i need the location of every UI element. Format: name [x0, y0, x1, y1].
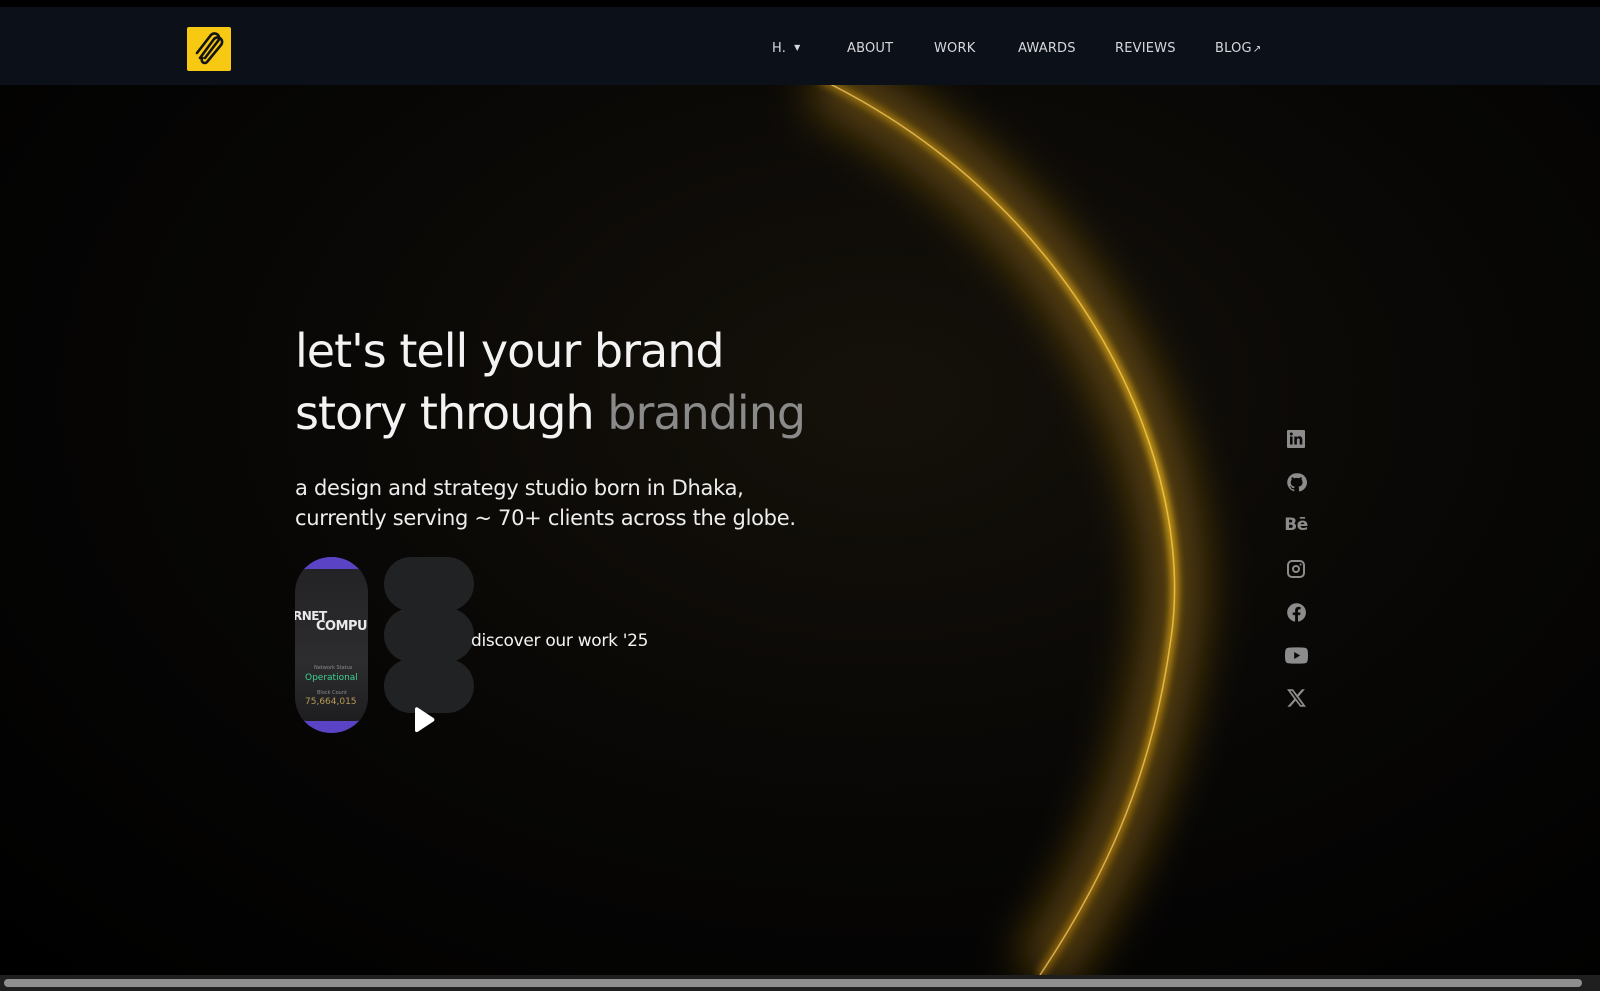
social-link-instagram[interactable] — [1282, 555, 1310, 583]
social-link-behance[interactable]: Bē — [1282, 511, 1310, 539]
showcase-status-label: Network Status — [314, 665, 353, 671]
nav-item-label: H. — [772, 41, 787, 56]
external-link-icon: ↗ — [1252, 44, 1262, 55]
headline-line-1: let's tell your brand — [295, 324, 725, 378]
nav-item-label: REVIEWS — [1115, 41, 1176, 56]
blob-shape — [384, 557, 474, 611]
showcase-status-value: Operational — [305, 673, 358, 683]
nav-item-label: BLOG — [1215, 41, 1252, 56]
blob-shape — [384, 659, 474, 713]
hero-subtext: a design and strategy studio born in Dha… — [295, 473, 855, 533]
showcase-thumbnail[interactable]: RNET COMPU Network Status Operational Bl… — [295, 557, 368, 733]
headline-line-2-text: story through — [295, 386, 595, 440]
facebook-icon — [1286, 602, 1306, 622]
hero-headline: let's tell your brand story through bran… — [295, 320, 806, 444]
showcase-count-label: Block Count — [317, 690, 347, 696]
youtube-icon — [1284, 646, 1308, 664]
subtext-line-1: a design and strategy studio born in Dha… — [295, 476, 744, 500]
nav-item-label: AWARDS — [1018, 41, 1076, 56]
nav-item-awards[interactable]: AWARDS — [1018, 41, 1076, 56]
nav-item-label: WORK — [934, 41, 976, 56]
play-button[interactable] — [411, 706, 437, 734]
play-icon — [415, 707, 435, 733]
blob-shape — [384, 608, 474, 662]
social-link-x[interactable] — [1282, 684, 1310, 712]
social-link-linkedin[interactable] — [1282, 425, 1310, 453]
social-link-github[interactable] — [1282, 468, 1310, 496]
headline-highlight-word: branding — [607, 386, 806, 440]
nav-item-reviews[interactable]: REVIEWS — [1115, 41, 1176, 56]
showcase-text-b: COMPU — [316, 619, 368, 634]
hero-section: let's tell your brand story through bran… — [0, 85, 1600, 975]
browser-top-strip — [0, 0, 1600, 7]
headline-line-2: story through branding — [295, 382, 806, 444]
linkedin-icon — [1287, 430, 1305, 448]
github-icon — [1286, 472, 1307, 491]
nav-item-about[interactable]: ABOUT — [847, 41, 893, 56]
x-icon — [1286, 689, 1306, 707]
page: H. ▼ ABOUT WORK AWARDS REVIEWS BLOG↗ let… — [0, 0, 1600, 991]
showcase-screen: RNET COMPU Network Status Operational Bl… — [295, 569, 368, 721]
social-link-facebook[interactable] — [1282, 598, 1310, 626]
nav-item-work[interactable]: WORK — [934, 41, 975, 56]
social-link-youtube[interactable] — [1282, 641, 1310, 669]
nav-item-label: ABOUT — [847, 41, 894, 56]
behance-icon: Bē — [1284, 515, 1308, 535]
discover-work-link[interactable]: discover our work '25 — [471, 631, 648, 651]
subtext-line-2: currently serving ~ 70+ clients across t… — [295, 506, 796, 530]
scrollbar-thumb[interactable] — [4, 979, 1582, 987]
main-nav: H. ▼ ABOUT WORK AWARDS REVIEWS BLOG↗ — [0, 7, 1600, 85]
nav-item-home-dropdown[interactable]: H. ▼ — [772, 41, 800, 56]
chevron-down-icon: ▼ — [794, 43, 801, 52]
showcase-blob-stack[interactable] — [384, 557, 474, 713]
nav-item-blog[interactable]: BLOG↗ — [1215, 41, 1261, 56]
showcase-count-value: 75,664,015 — [305, 697, 357, 707]
instagram-icon — [1287, 560, 1305, 578]
navbar: H. ▼ ABOUT WORK AWARDS REVIEWS BLOG↗ — [0, 7, 1600, 85]
